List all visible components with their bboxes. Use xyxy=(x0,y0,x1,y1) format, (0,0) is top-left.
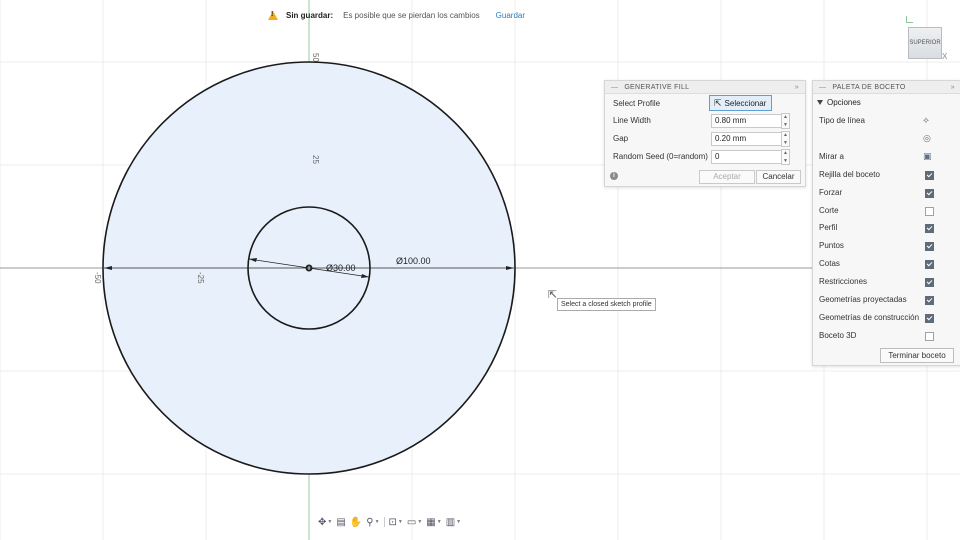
gap-stepper[interactable]: ▲ ▼ xyxy=(781,131,790,147)
palette-option-checkbox[interactable] xyxy=(925,278,934,288)
palette-option-checkbox[interactable] xyxy=(925,170,934,180)
chevron-down-icon[interactable]: ▼ xyxy=(375,519,380,525)
palette-option-checkbox[interactable] xyxy=(925,331,934,341)
pan-hand-icon[interactable]: ✋ xyxy=(350,517,362,528)
line-width-input[interactable]: 0.80 mm xyxy=(711,114,785,128)
linetype-icon[interactable]: ⟡ xyxy=(923,115,929,126)
panel-grip-icon: — xyxy=(611,83,619,91)
palette-option-checkbox[interactable] xyxy=(925,206,934,216)
grid-settings-icon[interactable]: ▦ xyxy=(426,517,435,528)
palette-option-checkbox[interactable] xyxy=(925,188,934,198)
collapse-icon[interactable]: » xyxy=(795,84,799,91)
palette-option-label: Restricciones xyxy=(819,277,868,287)
chevron-down-icon[interactable]: ▼ xyxy=(456,519,461,525)
palette-option-label: Boceto 3D xyxy=(819,330,857,340)
chevron-down-icon[interactable]: ▼ xyxy=(398,519,403,525)
inner-diameter-label[interactable]: Ø30.00 xyxy=(326,263,356,273)
palette-option-label: Corte xyxy=(819,205,839,215)
axis-label-y-25: 25 xyxy=(311,155,320,164)
select-profile-label: Select Profile xyxy=(613,99,661,108)
palette-option-checkbox[interactable] xyxy=(925,313,934,323)
palette-option-label: Tipo de línea xyxy=(819,116,865,125)
unsaved-warning-bar: Sin guardar: Es posible que se pierdan l… xyxy=(268,8,525,22)
palette-option-label: Mirar a xyxy=(819,151,844,161)
options-section-toggle[interactable]: Opciones xyxy=(817,98,861,107)
navigation-toolbar: ✥ ▼ ▤ ✋ ⚲ ▼ ⊡ ▼ ▭ ▼ ▦ ▼ ▥ ▼ xyxy=(318,515,461,529)
generative-fill-panel: — GENERATIVE FILL » Select Profile ⇱ Sel… xyxy=(604,80,806,187)
select-button-label: Seleccionar xyxy=(724,98,767,108)
view-cube-axis-x-label: X xyxy=(942,52,948,61)
random-seed-label: Random Seed (0=random) xyxy=(613,152,708,161)
options-section-label: Opciones xyxy=(827,98,861,107)
axis-label-x-neg25: -25 xyxy=(196,272,205,284)
axis-label-y-50: 50 xyxy=(311,53,320,62)
generative-fill-header[interactable]: — GENERATIVE FILL » xyxy=(605,81,805,94)
gap-label: Gap xyxy=(613,134,629,143)
collapse-icon[interactable]: » xyxy=(951,84,955,91)
palette-option-label: Cotas xyxy=(819,259,840,269)
display-settings-icon[interactable]: ▭ xyxy=(407,517,416,528)
unsaved-message: Es posible que se pierdan los cambios xyxy=(343,10,480,20)
palette-option-checkbox[interactable] xyxy=(925,260,934,270)
palette-option-label: Rejilla del boceto xyxy=(819,169,880,179)
warning-icon xyxy=(268,10,278,20)
sketch-palette-title: PALETA DE BOCETO xyxy=(832,83,906,91)
expand-triangle-icon xyxy=(817,100,823,105)
cursor-arrow-icon: ⇱ xyxy=(714,97,722,108)
axis-label-x-neg50: -50 xyxy=(93,272,102,284)
outer-diameter-label[interactable]: Ø100.00 xyxy=(396,256,431,266)
sketch-palette-header[interactable]: — PALETA DE BOCETO » xyxy=(813,81,960,94)
line-width-label: Line Width xyxy=(613,116,651,125)
look-at-icon[interactable]: ▤ xyxy=(336,517,345,528)
viewports-icon[interactable]: ▥ xyxy=(446,517,455,528)
chevron-down-icon[interactable]: ▼ xyxy=(417,519,422,525)
sketch-workspace: Ø30.00 Ø100.00 50 25 -50 -25 Sin guardar… xyxy=(0,0,960,540)
globe-icon[interactable]: ◎ xyxy=(923,133,931,144)
palette-option-label: Geometrías de construcción xyxy=(819,312,920,322)
cancel-button[interactable]: Cancelar xyxy=(756,170,801,184)
palette-option-checkbox[interactable] xyxy=(925,224,934,234)
mouse-cursor-icon: ⇱ xyxy=(548,289,558,301)
chevron-down-icon[interactable]: ▼ xyxy=(327,519,332,525)
random-seed-stepper[interactable]: ▲ ▼ xyxy=(781,149,790,165)
unsaved-title: Sin guardar: xyxy=(286,10,334,20)
generative-fill-title: GENERATIVE FILL xyxy=(624,83,690,91)
palette-option-label: Puntos xyxy=(819,241,844,251)
look-at-icon[interactable]: ▣ xyxy=(923,151,932,162)
chevron-down-icon[interactable]: ▼ xyxy=(437,519,442,525)
fit-view-icon[interactable]: ⊡ xyxy=(389,517,397,528)
palette-option-label: Forzar xyxy=(819,187,843,197)
palette-option-label: Geometrías proyectadas xyxy=(819,295,907,304)
view-cube-axis-y xyxy=(906,16,913,23)
palette-option-checkbox[interactable] xyxy=(925,242,934,252)
info-icon[interactable]: i xyxy=(610,172,618,180)
finish-sketch-button[interactable]: Terminar boceto xyxy=(880,348,954,363)
zoom-icon[interactable]: ⚲ xyxy=(366,517,373,528)
tooltip: Select a closed sketch profile xyxy=(557,298,656,311)
random-seed-input[interactable]: 0 xyxy=(711,150,785,164)
panel-grip-icon: — xyxy=(819,83,827,91)
gap-input[interactable]: 0.20 mm xyxy=(711,132,785,146)
select-profile-button[interactable]: ⇱ Seleccionar xyxy=(709,95,772,111)
sketch-palette-panel: — PALETA DE BOCETO » Opciones Tipo de lí… xyxy=(812,80,960,366)
save-link[interactable]: Guardar xyxy=(496,11,525,20)
view-cube[interactable]: SUPERIOR xyxy=(908,27,942,59)
accept-button[interactable]: Aceptar xyxy=(699,170,755,184)
palette-option-label: Perfil xyxy=(819,223,838,233)
palette-option-checkbox[interactable] xyxy=(925,296,934,305)
line-width-stepper[interactable]: ▲ ▼ xyxy=(781,113,790,129)
orbit-icon[interactable]: ✥ xyxy=(318,517,326,528)
